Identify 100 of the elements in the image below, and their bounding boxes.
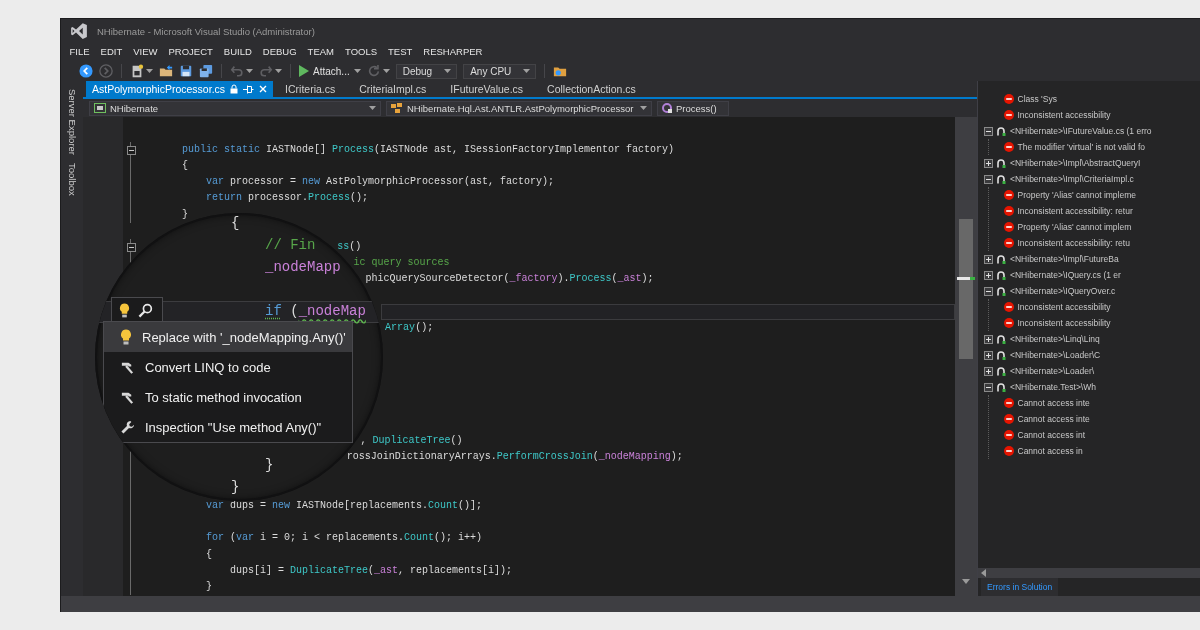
collapse-icon[interactable] xyxy=(126,242,136,252)
error-message[interactable]: Class 'Sys xyxy=(1017,94,1057,104)
menu-item[interactable]: TEAM xyxy=(302,45,340,59)
menu-item[interactable]: PROJECT xyxy=(163,45,219,59)
expander-icon[interactable] xyxy=(984,286,993,296)
lock-icon xyxy=(230,84,239,94)
caret-icon[interactable] xyxy=(246,69,253,73)
file-node[interactable]: <NHibernate>\IQueryOver.c xyxy=(1010,286,1116,296)
menu-item[interactable]: Convert LINQ to code xyxy=(104,352,352,382)
menu-item[interactable]: VIEW xyxy=(127,45,163,59)
code-line: , DuplicateTree() xyxy=(360,435,463,448)
file-node[interactable]: <NHibernate>\IFutureValue.cs (1 erro xyxy=(1010,126,1152,136)
caret-icon[interactable] xyxy=(275,69,282,73)
expander-icon[interactable] xyxy=(984,382,993,392)
menu-item[interactable]: Inspection "Use method Any()" xyxy=(104,412,352,442)
bulb-icon[interactable] xyxy=(119,302,130,318)
wrench-icon[interactable] xyxy=(120,419,135,435)
expander-icon[interactable] xyxy=(984,158,993,168)
error-message[interactable]: Inconsistent accessibility xyxy=(1017,318,1111,328)
pin-icon[interactable] xyxy=(243,84,255,94)
expander-icon[interactable] xyxy=(984,174,993,184)
code-line: ss() xyxy=(337,240,362,254)
error-message[interactable]: Cannot access in xyxy=(1017,446,1083,456)
menu-item[interactable]: FILE xyxy=(64,45,96,59)
collapse-icon[interactable] xyxy=(126,145,136,155)
search-icon[interactable] xyxy=(138,302,153,318)
error-message[interactable]: Cannot access inte xyxy=(1017,398,1090,408)
horizontal-scrollbar[interactable] xyxy=(978,568,1200,578)
bulb-icon[interactable] xyxy=(120,329,132,345)
error-message[interactable]: Cannot access int xyxy=(1017,430,1086,440)
vertical-scrollbar[interactable] xyxy=(955,117,977,596)
error-message[interactable]: Inconsistent accessibility: retur xyxy=(1017,206,1133,216)
expander-icon[interactable] xyxy=(984,254,993,264)
menu-item[interactable]: TOOLS xyxy=(339,45,383,59)
document-tab[interactable]: ICriteria.cs xyxy=(273,81,348,97)
toolbar-dropdown[interactable]: Any CPU xyxy=(463,63,537,79)
arch-icon xyxy=(996,254,1006,264)
arch-icon xyxy=(996,158,1006,168)
scroll-left-icon[interactable] xyxy=(981,569,986,577)
document-tab[interactable]: CollectionAction.cs xyxy=(535,81,648,97)
file-node[interactable]: <NHibernate>\IQuery.cs (1 er xyxy=(1010,270,1121,280)
file-node[interactable]: <NHibernate>\Impl\AbstractQueryI xyxy=(1010,158,1141,168)
error-message[interactable]: Inconsistent accessibility xyxy=(1017,110,1111,120)
code-line: { xyxy=(231,215,240,233)
error-message[interactable]: Property 'Alias' cannot implem xyxy=(1017,222,1132,232)
code-line: return processor.Process(); xyxy=(206,192,369,205)
expander-icon[interactable] xyxy=(984,126,993,136)
file-node[interactable]: <NHibernate>\Impl\CriteriaImpl.c xyxy=(1010,174,1134,184)
expander-icon[interactable] xyxy=(984,270,993,280)
side-tab[interactable]: Toolbox xyxy=(66,163,78,196)
start-button[interactable]: Attach... xyxy=(299,65,361,77)
code-line: Array(); xyxy=(385,321,434,335)
caret-icon[interactable] xyxy=(444,69,452,73)
document-tab[interactable]: IFutureValue.cs xyxy=(438,81,536,97)
document-tab[interactable]: AstPolymorphicProcessor.cs xyxy=(86,81,274,97)
error-message[interactable]: The modifier 'virtual' is not valid fo xyxy=(1017,142,1145,152)
panel-tab[interactable]: Errors in Solution xyxy=(981,578,1059,596)
error-icon xyxy=(1003,238,1014,248)
menu-item[interactable]: TEST xyxy=(382,45,418,59)
menu-item[interactable]: BUILD xyxy=(218,45,258,59)
open-folder-icon[interactable] xyxy=(159,64,173,78)
scrollbar-thumb[interactable] xyxy=(959,219,973,359)
error-message[interactable]: Inconsistent accessibility xyxy=(1017,302,1111,312)
type-dropdown[interactable]: NHibernate.Hql.Ast.ANTLR.AstPolymorphicProcessor xyxy=(386,100,652,116)
file-node[interactable]: <NHibernate.Test>\Wh xyxy=(1010,382,1096,392)
save-all-icon[interactable] xyxy=(199,64,213,78)
caret-icon[interactable] xyxy=(382,69,390,73)
menu-item[interactable]: Replace with '_nodeMapping.Any()' xyxy=(104,322,352,352)
expander-icon[interactable] xyxy=(984,334,993,344)
caret-icon[interactable] xyxy=(523,69,531,73)
caret-icon[interactable] xyxy=(640,106,647,110)
file-node[interactable]: <NHibernate>\Loader\C xyxy=(1010,350,1101,360)
save-icon[interactable] xyxy=(179,64,193,78)
file-node[interactable]: <NHibernate>\Impl\FutureBa xyxy=(1010,254,1119,264)
error-icon xyxy=(1003,206,1014,216)
side-tab[interactable]: Server Explorer xyxy=(66,89,78,155)
new-project-icon[interactable] xyxy=(130,64,144,78)
menu-item[interactable]: To static method invocation xyxy=(104,382,352,412)
caret-icon[interactable] xyxy=(146,69,153,73)
file-node[interactable]: <NHibernate>\Linq\Linq xyxy=(1010,334,1100,344)
expander-icon[interactable] xyxy=(984,350,993,360)
window-title: NHibernate - Microsoft Visual Studio (Administrator) xyxy=(97,25,315,37)
file-node[interactable]: <NHibernate>\Loader\ xyxy=(1010,366,1095,376)
menu-item[interactable]: DEBUG xyxy=(257,45,303,59)
toolbar-dropdown[interactable]: Debug xyxy=(395,63,458,79)
document-tab[interactable]: CriteriaImpl.cs xyxy=(347,81,439,97)
error-message[interactable]: Inconsistent accessibility: retu xyxy=(1017,238,1130,248)
caret-icon[interactable] xyxy=(353,69,361,73)
menu-item[interactable]: EDIT xyxy=(95,45,128,59)
error-message[interactable]: Property 'Alias' cannot impleme xyxy=(1017,190,1137,200)
menu-item[interactable]: RESHARPER xyxy=(417,45,488,59)
scroll-down-icon[interactable] xyxy=(962,579,970,584)
project-dropdown[interactable]: NHibernate xyxy=(89,100,381,116)
play-icon xyxy=(299,65,309,77)
close-icon[interactable] xyxy=(259,85,268,93)
error-message[interactable]: Cannot access inte xyxy=(1017,414,1090,424)
caret-icon[interactable] xyxy=(369,106,376,110)
member-dropdown[interactable]: Process() xyxy=(657,100,729,116)
expander-icon[interactable] xyxy=(984,366,993,376)
back-icon[interactable] xyxy=(79,64,93,78)
